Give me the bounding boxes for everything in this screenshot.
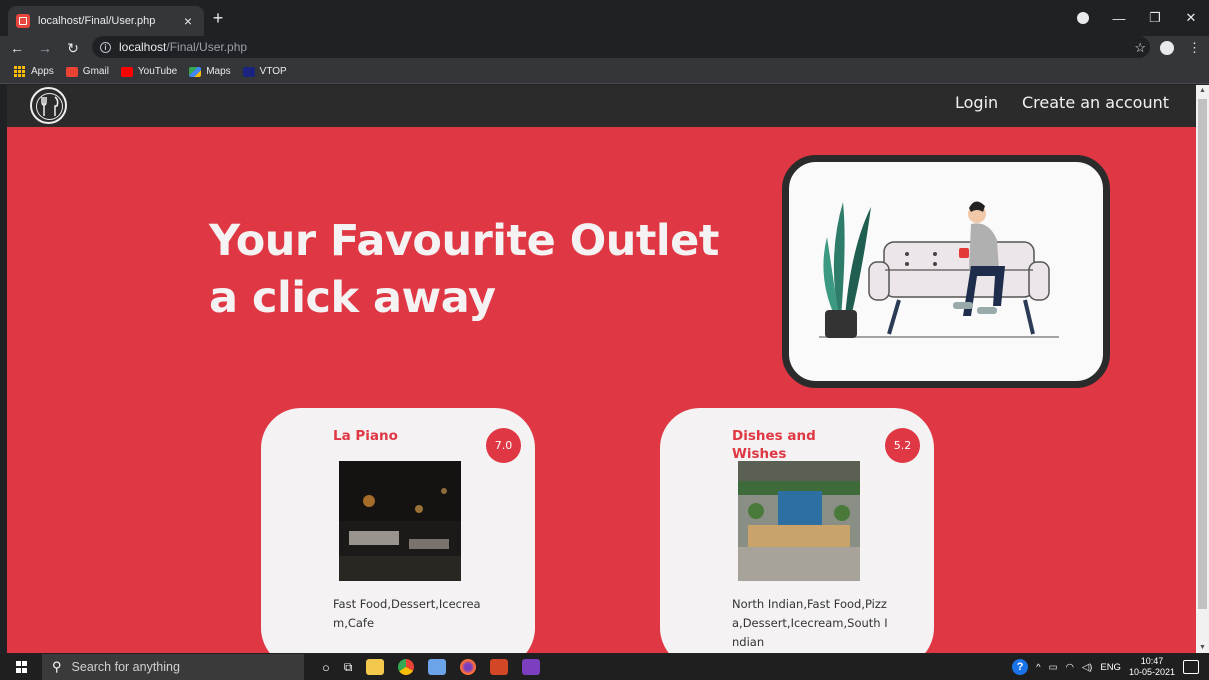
create-account-link[interactable]: Create an account (1022, 93, 1169, 112)
hero-illustration (782, 155, 1110, 388)
gmail-icon (65, 66, 78, 77)
site-navbar: Login Create an account (7, 85, 1196, 127)
restaurant-name[interactable]: Dishes and Wishes (732, 427, 842, 463)
restaurant-card[interactable]: Dishes and Wishes 5.2 North Indian,Fast … (660, 408, 934, 653)
hero-heading: Your Favourite Outlet a click away (209, 213, 719, 327)
tab-title: localhost/Final/User.php (38, 15, 156, 27)
restaurant-photo[interactable] (738, 461, 860, 581)
bookmark-label: Gmail (82, 66, 109, 77)
taskbar-search[interactable]: ⚲ Search for anything (42, 654, 304, 680)
url-path: /Final/User.php (166, 40, 248, 54)
bookmark-star-icon[interactable]: ☆ (1134, 40, 1146, 56)
tab-close-icon[interactable]: × (180, 13, 196, 29)
paint-icon[interactable] (428, 659, 447, 675)
vtop-icon (242, 66, 255, 77)
help-icon[interactable]: ? (1012, 659, 1029, 675)
site-favicon-icon (16, 14, 30, 28)
page-viewport: Login Create an account Your Favourite O… (7, 85, 1196, 653)
cuisine-list: Fast Food,Dessert,Icecream,Cafe (333, 597, 481, 630)
scrollbar-thumb[interactable] (1198, 99, 1207, 609)
cuisine-list: North Indian,Fast Food,Pizza,Dessert,Ice… (732, 597, 888, 649)
window-controls: — ❐ ✕ (1065, 0, 1209, 36)
close-window-icon[interactable]: ✕ (1173, 10, 1209, 26)
chrome-profile-icon[interactable] (1077, 12, 1089, 24)
hero-line-1: Your Favourite Outlet (209, 216, 719, 266)
clock[interactable]: 10:47 10-05-2021 (1129, 656, 1175, 678)
system-tray: ? ^ ▭ ◠ ◁) ENG 10:47 10-05-2021 (1012, 654, 1209, 680)
task-view-icon[interactable]: ⧉ (344, 660, 353, 675)
browser-toolbar: ← → ↻ i localhost/Final/User.php ☆ ⋮ (0, 36, 1209, 60)
reload-icon[interactable]: ↻ (62, 40, 84, 57)
scroll-down-icon[interactable]: ▼ (1196, 644, 1209, 651)
bookmark-vtop[interactable]: VTOP (242, 66, 287, 77)
language-indicator[interactable]: ENG (1100, 662, 1121, 673)
powerpoint-icon[interactable] (490, 659, 509, 675)
search-icon: ⚲ (52, 659, 62, 674)
bookmark-label: VTOP (259, 66, 287, 77)
bookmark-label: Apps (31, 66, 54, 77)
menu-kebab-icon[interactable]: ⋮ (1188, 40, 1201, 56)
wifi-icon[interactable]: ◠ (1066, 662, 1074, 673)
windows-start-icon[interactable] (16, 661, 28, 673)
maps-icon (189, 66, 202, 77)
app-g-icon[interactable] (522, 659, 541, 675)
apps-grid-icon (14, 65, 26, 78)
battery-icon[interactable]: ▭ (1049, 662, 1058, 673)
bookmark-maps[interactable]: Maps (189, 66, 231, 77)
restaurant-name[interactable]: La Piano (333, 427, 443, 445)
bookmark-apps[interactable]: Apps (14, 65, 54, 78)
person-on-sofa-illustration (819, 201, 1059, 338)
bookmarks-bar: Apps Gmail YouTube Maps VTOP (0, 60, 1209, 84)
clock-time: 10:47 (1140, 656, 1164, 666)
browser-tab[interactable]: localhost/Final/User.php × (8, 6, 204, 36)
forward-icon[interactable]: → (34, 40, 56, 56)
clock-date: 10-05-2021 (1128, 667, 1175, 677)
page-scrollbar[interactable]: ▲ ▼ (1196, 85, 1209, 653)
file-explorer-icon[interactable] (366, 659, 385, 675)
browser-tab-strip: localhost/Final/User.php × + — ❐ ✕ (0, 0, 1209, 36)
bookmark-youtube[interactable]: YouTube (120, 66, 178, 77)
chrome-icon[interactable] (398, 659, 415, 675)
firefox-icon[interactable] (460, 659, 477, 675)
hero-line-2: a click away (209, 273, 496, 323)
address-bar[interactable]: i localhost/Final/User.php (92, 36, 1150, 58)
notification-icon[interactable] (1183, 660, 1199, 674)
bookmark-label: Maps (206, 66, 231, 77)
chevron-up-icon[interactable]: ^ (1036, 662, 1040, 673)
new-tab-button[interactable]: + (208, 8, 228, 28)
rating-badge: 5.2 (885, 428, 920, 463)
info-icon[interactable]: i (100, 41, 111, 53)
rating-badge: 7.0 (486, 428, 521, 463)
taskbar-apps: ○ ⧉ (322, 654, 541, 680)
minimize-icon[interactable]: — (1101, 11, 1137, 26)
cortana-icon[interactable]: ○ (322, 660, 330, 675)
login-link[interactable]: Login (955, 93, 998, 112)
restore-icon[interactable]: ❐ (1137, 10, 1173, 26)
bookmark-gmail[interactable]: Gmail (65, 66, 109, 77)
youtube-icon (120, 66, 133, 77)
scroll-up-icon[interactable]: ▲ (1196, 87, 1209, 94)
back-icon[interactable]: ← (6, 40, 28, 56)
toolbar-actions: ☆ ⋮ (1134, 36, 1201, 60)
volume-icon[interactable]: ◁) (1082, 662, 1092, 673)
account-icon[interactable] (1160, 41, 1174, 55)
restaurant-photo[interactable] (339, 461, 461, 581)
search-placeholder: Search for anything (71, 660, 180, 674)
windows-taskbar: ⚲ Search for anything ○ ⧉ ? ^ ▭ ◠ ◁) ENG… (0, 654, 1209, 680)
bookmark-label: YouTube (137, 66, 178, 77)
url-host: localhost (119, 40, 167, 54)
restaurant-card[interactable]: La Piano 7.0 Fast Food,Dessert,Icecream,… (261, 408, 535, 653)
restaurant-logo-icon[interactable] (30, 87, 67, 124)
